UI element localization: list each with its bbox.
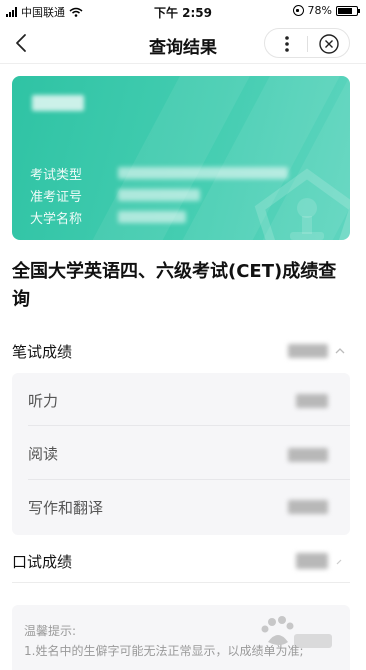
mini-program-capsule: [264, 28, 350, 58]
capsule-divider: [307, 36, 308, 52]
exam-type-label: 考试类型: [30, 168, 83, 183]
reading-score-redacted: [288, 448, 328, 462]
list-item: 听力: [12, 373, 350, 427]
battery-icon: [336, 5, 360, 16]
candidate-name-redacted: [32, 95, 84, 111]
status-bar: 中国联通 下午 2:59 78%: [0, 0, 366, 22]
university-redacted: [118, 211, 186, 223]
watermark-logo-icon: [261, 616, 332, 648]
list-item: 写作和翻译: [12, 480, 350, 534]
battery-fill: [338, 7, 353, 14]
close-icon[interactable]: [317, 32, 341, 56]
oral-score-header[interactable]: 口试成绩: [12, 548, 350, 574]
ticket-number-redacted: [118, 189, 200, 201]
written-score-details: 听力 阅读 写作和翻译: [12, 373, 350, 535]
written-score-header[interactable]: 笔试成绩: [12, 338, 350, 364]
oral-score-label: 口试成绩: [12, 553, 73, 571]
chevron-icon[interactable]: [334, 556, 346, 568]
listening-label: 听力: [28, 392, 59, 410]
oral-score-redacted: [296, 553, 328, 569]
written-score-label: 笔试成绩: [12, 343, 73, 361]
list-item: 阅读: [12, 426, 350, 480]
writing-score-redacted: [288, 500, 328, 514]
writing-translation-label: 写作和翻译: [28, 499, 104, 517]
navigation-bar: 查询结果: [0, 22, 366, 64]
card-watermark-icon: [254, 168, 350, 240]
ticket-number-label: 准考证号: [30, 190, 83, 205]
divider: [12, 582, 350, 583]
battery-percent: 78%: [307, 4, 332, 17]
status-right: 78%: [292, 4, 360, 17]
reading-label: 阅读: [28, 445, 59, 463]
candidate-info-card: 考试类型 准考证号 大学名称: [12, 76, 350, 240]
chevron-up-icon[interactable]: [334, 345, 346, 357]
rotation-lock-icon: [292, 5, 304, 16]
tips-title: 温馨提示:: [24, 624, 77, 638]
written-total-redacted: [288, 344, 328, 358]
exam-title: 全国大学英语四、六级考试(CET)成绩查询: [12, 261, 337, 310]
listening-score-redacted: [296, 394, 328, 408]
university-label: 大学名称: [30, 212, 83, 227]
more-icon[interactable]: [275, 32, 299, 56]
